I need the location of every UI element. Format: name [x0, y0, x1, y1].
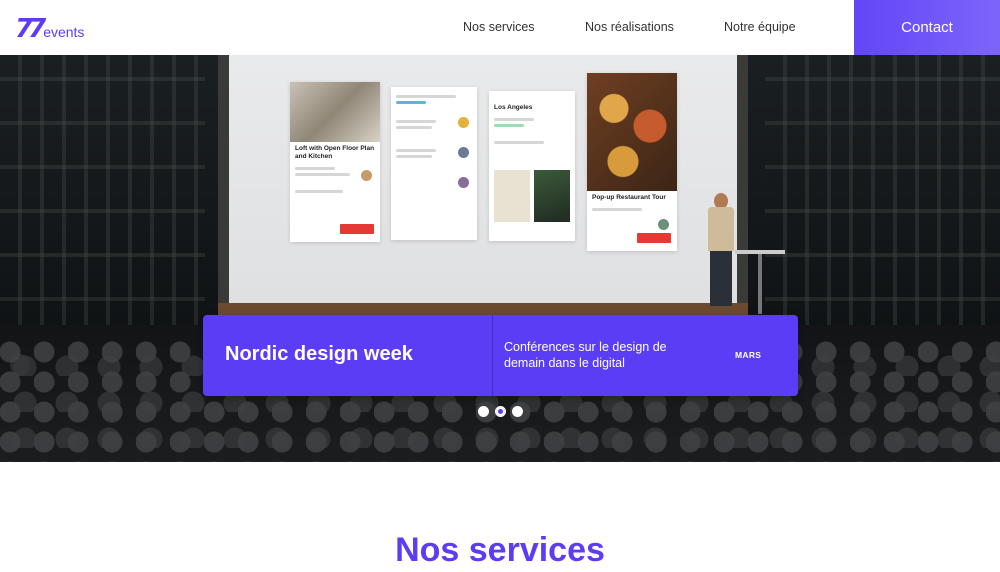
tab-underline: [396, 101, 426, 104]
avatar: [458, 117, 469, 128]
nav-services[interactable]: Nos services: [463, 20, 535, 34]
text-line: [396, 120, 436, 123]
screen-card-restaurant: Pop-up Restaurant Tour: [587, 73, 677, 251]
carousel-dot-1[interactable]: [478, 406, 489, 417]
screen-card-list: [391, 87, 477, 240]
site-header: 77 events Nos services Nos réalisations …: [0, 0, 1000, 55]
text-line: [494, 118, 534, 121]
text-line: [592, 208, 642, 211]
event-description: Conférences sur le design de demain dans…: [504, 340, 667, 370]
event-title: Nordic design week: [225, 343, 413, 365]
card-button: [340, 224, 374, 234]
contact-button[interactable]: Contact: [854, 0, 1000, 55]
carousel-dot-2[interactable]: [495, 406, 506, 417]
nav-equipe[interactable]: Notre équipe: [724, 20, 796, 34]
speaker-legs: [710, 251, 732, 306]
text-line: [295, 173, 350, 176]
text-line: [396, 126, 432, 129]
hero-banner: Loft with Open Floor Plan and Kitchen Lo…: [0, 55, 1000, 462]
screen-card-restaurant-title: Pop-up Restaurant Tour: [592, 194, 666, 201]
text-line: [494, 141, 544, 144]
text-line: [396, 149, 436, 152]
section-title: Nos services: [395, 531, 605, 569]
speaker-body: [708, 207, 734, 251]
logo[interactable]: 77 events: [15, 12, 84, 42]
event-divider: [492, 315, 493, 396]
screen-card-loft: Loft with Open Floor Plan and Kitchen: [290, 82, 380, 242]
text-line: [396, 95, 456, 98]
carousel-dot-3[interactable]: [512, 406, 523, 417]
loft-image: [290, 82, 380, 142]
podium-leg: [758, 254, 762, 314]
book-cover: [534, 170, 570, 222]
avatar: [658, 219, 669, 230]
avatar: [361, 170, 372, 181]
carousel-dots: [478, 406, 523, 417]
avatar: [458, 147, 469, 158]
avatar: [458, 177, 469, 188]
text-line: [295, 167, 335, 170]
card-button: [637, 233, 671, 243]
event-month: MARS: [735, 350, 762, 360]
screen-card-la-title: Los Angeles: [494, 104, 533, 111]
book-cover: [494, 170, 530, 222]
logo-word: events: [43, 24, 85, 40]
event-banner[interactable]: Nordic design week Conférences sur le de…: [203, 315, 798, 396]
book-covers: [494, 170, 570, 232]
logo-mark: 77: [15, 14, 46, 44]
speaker: [700, 193, 740, 313]
text-line: [396, 155, 432, 158]
screen-card-loft-title: Loft with Open Floor Plan and Kitchen: [295, 145, 375, 160]
food-image: [587, 73, 677, 191]
stage-edge: [218, 303, 748, 315]
tag: [494, 124, 524, 127]
nav-realisations[interactable]: Nos réalisations: [585, 20, 674, 34]
text-line: [295, 190, 343, 193]
